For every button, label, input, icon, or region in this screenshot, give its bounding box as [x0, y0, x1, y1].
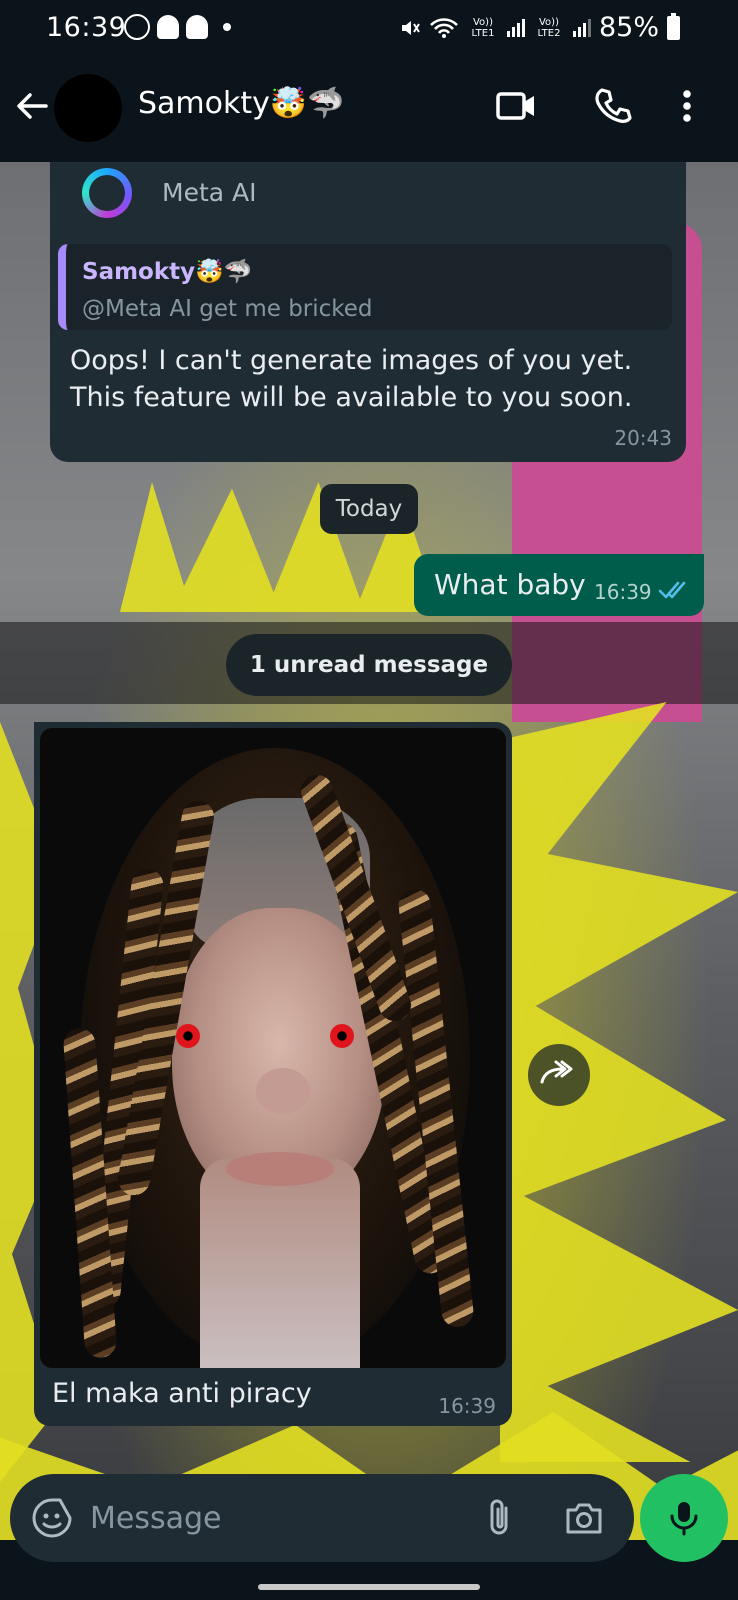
date-divider: Today	[320, 484, 418, 534]
sim2-label: Vo)) LTE2	[537, 16, 561, 39]
meta-ai-reply: Oops! I can't generate images of you yet…	[70, 345, 633, 413]
whatsapp-icon	[124, 14, 150, 40]
navigation-bar	[0, 1562, 738, 1600]
status-bar: 16:39 Vo)) LTE1 Vo)) LTE2 85%	[0, 0, 738, 58]
image-neck	[200, 1158, 360, 1368]
message-composer	[10, 1474, 634, 1562]
message-text: What baby	[434, 568, 586, 601]
mute-icon	[401, 20, 420, 35]
wifi-icon	[430, 17, 458, 38]
avatar[interactable]	[54, 74, 122, 142]
dot-icon	[223, 23, 231, 31]
image-mouth	[226, 1152, 334, 1186]
meta-ai-icon	[82, 168, 132, 218]
sim1-label: Vo)) LTE1	[471, 16, 495, 39]
back-arrow-icon[interactable]	[14, 88, 50, 124]
attach-icon[interactable]	[478, 1496, 522, 1540]
quote-author: Samokty🤯🦈	[82, 259, 253, 285]
image-message[interactable]: El maka anti piracy 16:39	[34, 722, 512, 1426]
snapchat-icon	[186, 15, 208, 39]
sticker-icon[interactable]	[30, 1496, 74, 1540]
message-image[interactable]	[40, 728, 506, 1368]
message-input[interactable]	[90, 1492, 450, 1544]
image-nose	[256, 1068, 310, 1114]
video-call-icon[interactable]	[494, 84, 538, 128]
quoted-message[interactable]: Samokty🤯🦈 @Meta AI get me bricked	[58, 244, 672, 330]
meta-ai-message[interactable]: Meta AI Samokty🤯🦈 @Meta AI get me bricke…	[50, 162, 686, 462]
chat-header: Samokty🤯🦈	[0, 58, 738, 162]
chat-area[interactable]: Meta AI Samokty🤯🦈 @Meta AI get me bricke…	[0, 162, 738, 1540]
status-time: 16:39	[46, 12, 127, 43]
quote-text: @Meta AI get me bricked	[82, 296, 373, 322]
signal1-icon	[506, 18, 525, 37]
battery-percent: 85%	[598, 12, 659, 43]
notification-icons	[124, 14, 231, 40]
voice-record-button[interactable]	[640, 1474, 728, 1562]
home-handle[interactable]	[258, 1584, 480, 1590]
image-caption: El maka anti piracy	[52, 1378, 312, 1409]
forward-button[interactable]	[528, 1044, 590, 1106]
unread-divider: 1 unread message	[226, 634, 512, 696]
voice-call-icon[interactable]	[592, 84, 636, 128]
snapchat-icon	[157, 15, 179, 39]
battery-icon	[667, 12, 680, 40]
meta-ai-label: Meta AI	[162, 178, 257, 207]
image-eye	[330, 1024, 354, 1048]
camera-icon[interactable]	[562, 1496, 606, 1540]
contact-name[interactable]: Samokty🤯🦈	[138, 86, 345, 121]
signal2-icon	[572, 18, 591, 37]
message-time: 16:39	[438, 1394, 496, 1418]
outgoing-message[interactable]: What baby 16:39	[414, 554, 704, 616]
forward-icon	[540, 1060, 573, 1084]
read-receipt-icon	[658, 581, 686, 599]
more-options-icon[interactable]	[672, 84, 702, 128]
message-time: 20:43	[614, 426, 672, 450]
message-time: 16:39	[594, 580, 652, 604]
image-eye	[176, 1024, 200, 1048]
microphone-icon	[670, 1502, 698, 1536]
status-right: Vo)) LTE1 Vo)) LTE2 85%	[399, 12, 680, 43]
